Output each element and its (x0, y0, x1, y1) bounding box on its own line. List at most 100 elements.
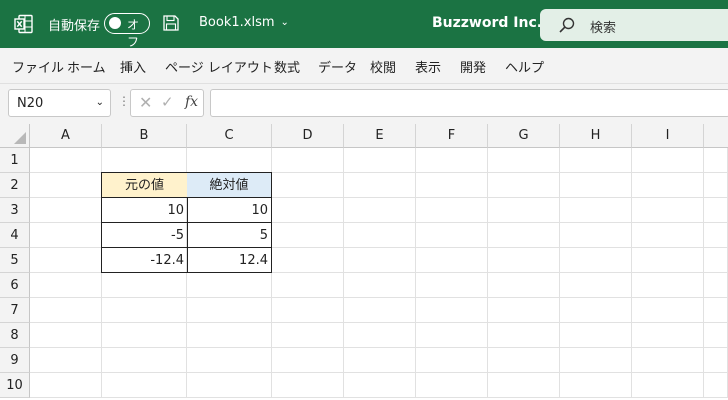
cell-a9[interactable] (30, 348, 102, 373)
table-header-original[interactable]: 元の値 (101, 172, 188, 198)
cell-d3[interactable] (272, 198, 344, 223)
cell-a6[interactable] (30, 273, 102, 298)
autosave-toggle[interactable]: オフ (104, 13, 150, 49)
cell-f2[interactable] (416, 173, 488, 198)
cell-g5[interactable] (488, 248, 560, 273)
cell-e9[interactable] (344, 348, 416, 373)
cell-e4[interactable] (344, 223, 416, 248)
cell-g1[interactable] (488, 148, 560, 173)
cell-a4[interactable] (30, 223, 102, 248)
cell-e5[interactable] (344, 248, 416, 273)
cell-i9[interactable] (632, 348, 704, 373)
cell-i6[interactable] (632, 273, 704, 298)
cell-f6[interactable] (416, 273, 488, 298)
cell-h5[interactable] (560, 248, 632, 273)
cell-a10[interactable] (30, 373, 102, 398)
cell-j7[interactable] (704, 298, 728, 323)
cell-d6[interactable] (272, 273, 344, 298)
cell-b1[interactable] (102, 148, 187, 173)
more-options-icon[interactable]: ⋮ (118, 94, 130, 108)
cell-d4[interactable] (272, 223, 344, 248)
formula-input[interactable] (210, 89, 728, 117)
function-icon[interactable]: fx (185, 94, 198, 110)
cell-f9[interactable] (416, 348, 488, 373)
cell-f1[interactable] (416, 148, 488, 173)
cell-d2[interactable] (272, 173, 344, 198)
cell-f8[interactable] (416, 323, 488, 348)
name-box[interactable]: N20 ⌄ (8, 89, 111, 117)
cell-a8[interactable] (30, 323, 102, 348)
cell-i7[interactable] (632, 298, 704, 323)
cell-h1[interactable] (560, 148, 632, 173)
cell-j5[interactable] (704, 248, 728, 273)
table-cell-b3[interactable]: 10 (101, 197, 188, 223)
cell-c10[interactable] (187, 373, 272, 398)
save-icon[interactable] (162, 14, 180, 32)
cell-h3[interactable] (560, 198, 632, 223)
cell-a5[interactable] (30, 248, 102, 273)
table-cell-c3[interactable]: 10 (187, 197, 272, 223)
table-cell-b4[interactable]: -5 (101, 222, 188, 248)
cell-g6[interactable] (488, 273, 560, 298)
cell-h7[interactable] (560, 298, 632, 323)
menu-review[interactable]: 校閲 (370, 57, 396, 76)
column-header-e[interactable]: E (344, 124, 416, 148)
cell-d10[interactable] (272, 373, 344, 398)
cell-e2[interactable] (344, 173, 416, 198)
column-header-f[interactable]: F (416, 124, 488, 148)
cell-i5[interactable] (632, 248, 704, 273)
cell-g9[interactable] (488, 348, 560, 373)
cell-f7[interactable] (416, 298, 488, 323)
cell-b9[interactable] (102, 348, 187, 373)
cell-g7[interactable] (488, 298, 560, 323)
menu-developer[interactable]: 開発 (460, 57, 486, 76)
row-header-3[interactable]: 3 (0, 198, 30, 223)
cell-b10[interactable] (102, 373, 187, 398)
cell-d7[interactable] (272, 298, 344, 323)
cell-a3[interactable] (30, 198, 102, 223)
cancel-icon[interactable]: ✕ (139, 93, 155, 113)
row-header-8[interactable]: 8 (0, 323, 30, 348)
cell-f4[interactable] (416, 223, 488, 248)
menu-formulas[interactable]: 数式 (274, 57, 300, 76)
cell-b8[interactable] (102, 323, 187, 348)
row-header-1[interactable]: 1 (0, 148, 30, 173)
column-header-d[interactable]: D (272, 124, 344, 148)
select-all-button[interactable] (0, 124, 30, 148)
cell-c7[interactable] (187, 298, 272, 323)
cell-e3[interactable] (344, 198, 416, 223)
cell-d9[interactable] (272, 348, 344, 373)
table-cell-c5[interactable]: 12.4 (187, 247, 272, 273)
file-name-dropdown[interactable]: Book1.xlsm ⌄ (199, 15, 289, 30)
cell-h6[interactable] (560, 273, 632, 298)
cell-j9[interactable] (704, 348, 728, 373)
cell-f10[interactable] (416, 373, 488, 398)
cell-j2[interactable] (704, 173, 728, 198)
column-header-c[interactable]: C (187, 124, 272, 148)
table-cell-b5[interactable]: -12.4 (101, 247, 188, 273)
menu-insert[interactable]: 挿入 (120, 57, 146, 76)
cell-e10[interactable] (344, 373, 416, 398)
cell-e6[interactable] (344, 273, 416, 298)
cell-i4[interactable] (632, 223, 704, 248)
cell-c1[interactable] (187, 148, 272, 173)
row-header-10[interactable]: 10 (0, 373, 30, 398)
column-header-b[interactable]: B (102, 124, 187, 148)
cell-g4[interactable] (488, 223, 560, 248)
table-header-absolute[interactable]: 絶対値 (187, 172, 272, 198)
column-header-a[interactable]: A (30, 124, 102, 148)
cell-c6[interactable] (187, 273, 272, 298)
row-header-7[interactable]: 7 (0, 298, 30, 323)
cell-c8[interactable] (187, 323, 272, 348)
cell-j8[interactable] (704, 323, 728, 348)
cell-a2[interactable] (30, 173, 102, 198)
cell-i1[interactable] (632, 148, 704, 173)
cell-a1[interactable] (30, 148, 102, 173)
cell-c9[interactable] (187, 348, 272, 373)
cell-d5[interactable] (272, 248, 344, 273)
row-header-9[interactable]: 9 (0, 348, 30, 373)
cell-e7[interactable] (344, 298, 416, 323)
cell-g10[interactable] (488, 373, 560, 398)
row-header-2[interactable]: 2 (0, 173, 30, 198)
column-header-h[interactable]: H (560, 124, 632, 148)
